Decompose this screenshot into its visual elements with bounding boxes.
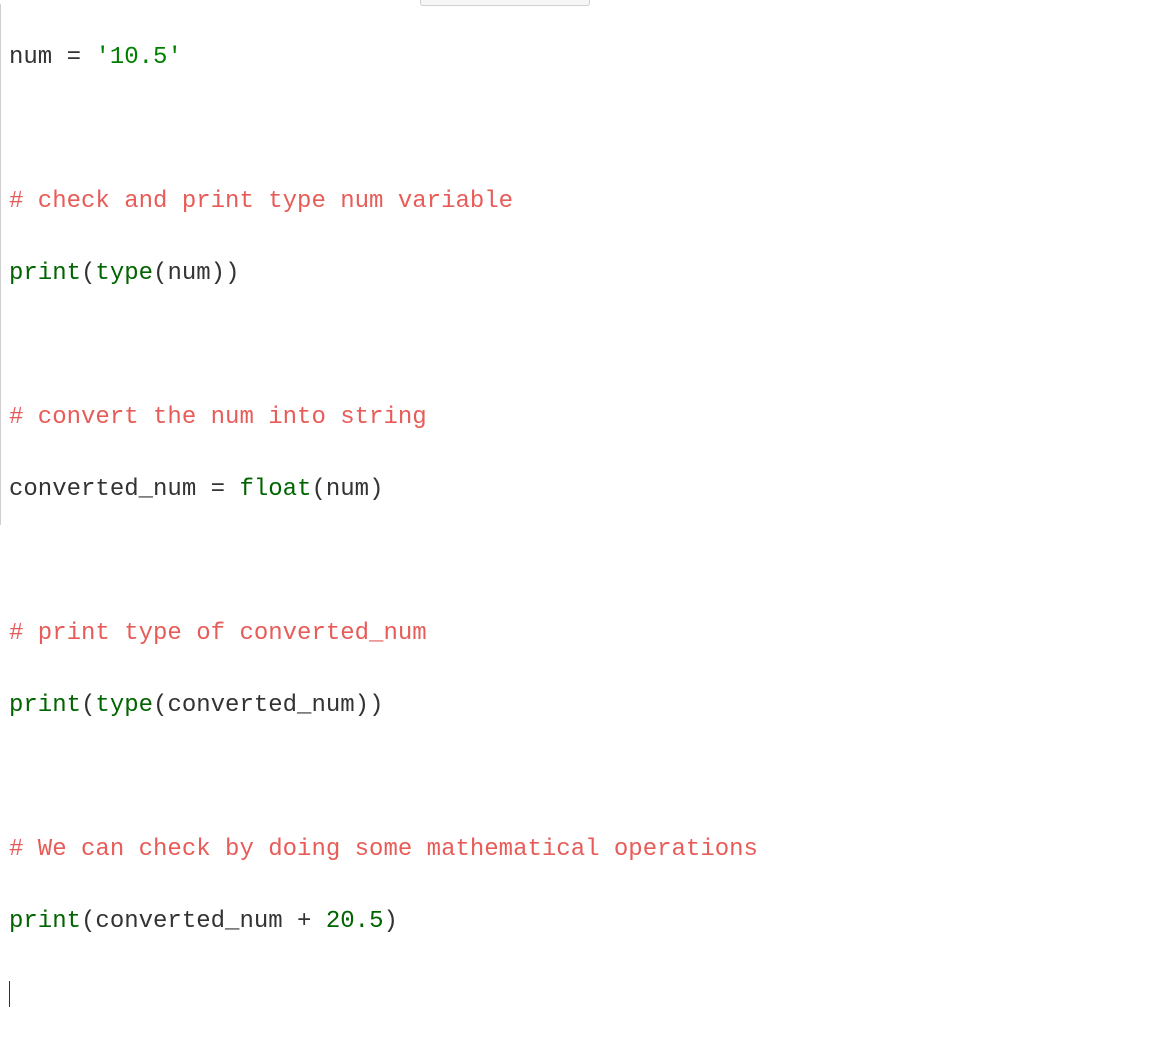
builtin: print — [9, 908, 81, 935]
identifier: num — [326, 476, 369, 503]
identifier: num — [9, 44, 52, 71]
paren: ( — [153, 260, 167, 287]
code-line: # We can check by doing some mathematica… — [9, 832, 1176, 868]
paren: ( — [311, 476, 325, 503]
identifier: converted_num — [167, 692, 354, 719]
toolbar-fragment — [420, 0, 590, 6]
number-literal: 20.5 — [326, 908, 384, 935]
code-line — [9, 976, 1176, 1012]
comment: # We can check by doing some mathematica… — [9, 836, 758, 863]
paren: ) — [369, 692, 383, 719]
paren: ) — [211, 260, 225, 287]
code-line — [9, 760, 1176, 796]
code-line: print(converted_num + 20.5) — [9, 904, 1176, 940]
comment: # convert the num into string — [9, 404, 427, 431]
operator: = — [196, 476, 239, 503]
code-line — [9, 112, 1176, 148]
operator: = — [52, 44, 95, 71]
operator: + — [283, 908, 326, 935]
builtin: type — [95, 260, 153, 287]
paren: ) — [355, 692, 369, 719]
code-line: # convert the num into string — [9, 400, 1176, 436]
builtin: print — [9, 692, 81, 719]
text-cursor-icon — [9, 981, 10, 1007]
builtin: type — [95, 692, 153, 719]
code-line: print(type(converted_num)) — [9, 688, 1176, 724]
code-line: # print type of converted_num — [9, 616, 1176, 652]
builtin: float — [239, 476, 311, 503]
identifier: converted_num — [9, 476, 196, 503]
code-editor[interactable]: num = '10.5' # check and print type num … — [0, 4, 1176, 525]
code-line: # check and print type num variable — [9, 184, 1176, 220]
identifier: converted_num — [95, 908, 282, 935]
paren: ( — [81, 692, 95, 719]
identifier: num — [167, 260, 210, 287]
paren: ( — [81, 908, 95, 935]
comment: # print type of converted_num — [9, 620, 427, 647]
paren: ) — [383, 908, 397, 935]
comment: # check and print type num variable — [9, 188, 513, 215]
string-literal: '10.5' — [95, 44, 181, 71]
code-line: num = '10.5' — [9, 40, 1176, 76]
paren: ) — [225, 260, 239, 287]
code-line: print(type(num)) — [9, 256, 1176, 292]
code-line: converted_num = float(num) — [9, 472, 1176, 508]
builtin: print — [9, 260, 81, 287]
paren: ( — [81, 260, 95, 287]
code-line — [9, 544, 1176, 580]
paren: ( — [153, 692, 167, 719]
code-line — [9, 328, 1176, 364]
paren: ) — [369, 476, 383, 503]
